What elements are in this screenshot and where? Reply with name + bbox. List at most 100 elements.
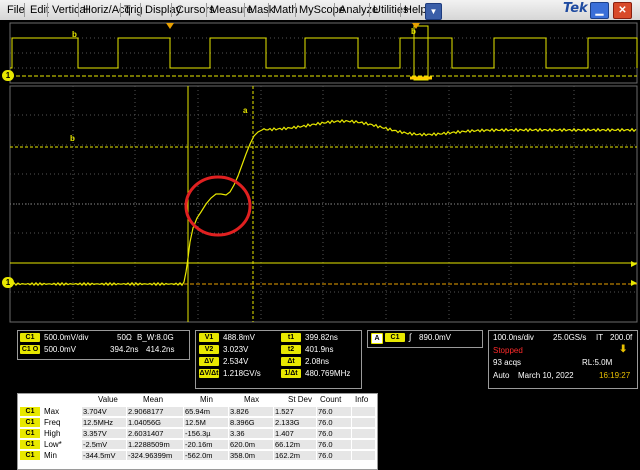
dv-dt-label: ΔV/Δt — [199, 369, 219, 378]
ch1-tag: C1 — [20, 333, 40, 342]
col-header: St Dev — [288, 395, 313, 404]
record-length: RL:5.0M — [582, 358, 613, 367]
measurement-row[interactable]: C1 High 3.357V 2.6031407 -156.3µ 3.36 1.… — [18, 428, 377, 439]
source-tag: C1 — [20, 451, 40, 460]
measurement-row[interactable]: C1 Min -344.5mV -324.96399m -562.0m 358.… — [18, 450, 377, 461]
max-cell: 8.396G — [229, 418, 273, 427]
delta-t-label: Δt — [281, 357, 301, 366]
max-cell: 620.0m — [229, 440, 273, 449]
ch1-scale: 500.0mV/div — [44, 333, 89, 342]
ch1-offset-tag: C1 O — [20, 345, 40, 354]
inverse-delta-t-value: 480.769MHz — [305, 369, 351, 378]
measurement-name: Min — [44, 451, 57, 460]
chevron-down-icon[interactable]: ▼ — [425, 3, 442, 20]
graticule-grid — [10, 86, 637, 322]
col-header: Info — [355, 395, 369, 404]
value-cell: 3.357V — [82, 429, 126, 438]
mean-cell: 2.6031407 — [127, 429, 183, 438]
stdev-cell: 2.133G — [274, 418, 316, 427]
ch1-position-1: 394.2ns — [110, 345, 139, 354]
ch1-impedance: 50Ω — [117, 333, 132, 342]
mean-cell: -324.96399m — [127, 451, 183, 460]
info-cell — [352, 407, 375, 416]
info-cell — [352, 451, 375, 460]
info-cell — [352, 440, 375, 449]
menu-separator — [78, 3, 79, 17]
measurement-row[interactable]: C1 Freq 12.5MHz 1.04056G 12.5M 8.396G 2.… — [18, 417, 377, 428]
arrow-down-icon: ⬇ — [619, 344, 628, 355]
waveform-canvas — [9, 22, 638, 323]
menu-separator — [24, 3, 25, 17]
max-cell: 3.36 — [229, 429, 273, 438]
t2-label: t2 — [281, 345, 301, 354]
menu-separator — [334, 3, 335, 17]
menu-separator — [47, 3, 48, 17]
menu-bar: File Edit Vertical Horiz/Acq Trig Displa… — [0, 0, 640, 21]
stdev-cell: 162.2m — [274, 451, 316, 460]
measurements-table[interactable]: Value Mean Min Max St Dev Count Info C1 … — [17, 393, 378, 470]
trigger-slope-icon: ∫ — [409, 332, 412, 342]
value-cell: 12.5MHz — [82, 418, 126, 427]
menu-separator — [268, 3, 269, 17]
v1-value: 488.8mV — [223, 333, 256, 342]
scope-display: b b 1 a b 1 — [0, 20, 640, 324]
acquisition-count: 93 acqs — [493, 358, 522, 367]
sample-rate: 25.0GS/s — [553, 333, 587, 342]
ch1-ground-marker[interactable]: 1 — [2, 277, 14, 288]
trigger-level: 890.0mV — [419, 333, 452, 342]
dv-dt-value: 1.218GV/s — [223, 369, 261, 378]
min-cell: 65.94m — [184, 407, 228, 416]
overview-channel-marker[interactable]: 1 — [2, 70, 14, 81]
ch1-bandwidth: B_W:8.0G — [137, 333, 174, 342]
time-per-point: 200.0f — [610, 333, 633, 342]
menu-separator — [171, 3, 172, 17]
delta-t-value: 2.08ns — [305, 357, 330, 366]
col-header: Mean — [143, 395, 164, 404]
source-tag: C1 — [20, 440, 40, 449]
count-cell: 76.0 — [317, 418, 351, 427]
t1-label: t1 — [281, 333, 301, 342]
source-tag: C1 — [20, 407, 40, 416]
info-cell — [352, 429, 375, 438]
source-tag: C1 — [20, 418, 40, 427]
value-cell: -2.5mV — [82, 440, 126, 449]
count-cell: 76.0 — [317, 440, 351, 449]
col-header: Max — [244, 395, 260, 404]
level-marker-arrow — [631, 261, 637, 267]
measurement-name: Low* — [44, 440, 62, 449]
menu-separator — [140, 3, 141, 17]
trigger-position-marker[interactable] — [166, 23, 174, 29]
date: March 10, 2022 — [518, 371, 574, 380]
max-cell: 358.0m — [229, 451, 273, 460]
acq-state: Stopped — [493, 346, 523, 355]
acq-mode: IT — [596, 333, 604, 342]
time: 16:19:27 — [599, 371, 631, 380]
measurement-row[interactable]: C1 Max 3.704V 2.9068177 65.94m 3.826 1.5… — [18, 406, 377, 417]
ch1-position-2: 414.2ns — [146, 345, 175, 354]
min-cell: 12.5M — [184, 418, 228, 427]
overview-zoom-box[interactable] — [413, 25, 429, 81]
v2-value: 3.023V — [223, 345, 249, 354]
level-marker-arrow — [631, 280, 637, 286]
mean-cell: 1.04056G — [127, 418, 183, 427]
measurement-name: Max — [44, 407, 60, 416]
measurement-row[interactable]: C1 Low* -2.5mV 1.2288509m -20.16m 620.0m… — [18, 439, 377, 450]
count-cell: 76.0 — [317, 451, 351, 460]
count-cell: 76.0 — [317, 407, 351, 416]
trigger-mode: Auto — [493, 371, 510, 380]
overview-cursor-tag: b — [72, 30, 77, 39]
stdev-cell: 1.527 — [274, 407, 316, 416]
close-icon[interactable]: ✕ — [613, 2, 632, 19]
value-cell: 3.704V — [82, 407, 126, 416]
t1-value: 399.82ns — [305, 333, 338, 342]
min-cell: -562.0m — [184, 451, 228, 460]
trigger-mode-tag: A — [371, 333, 383, 344]
info-cell — [352, 418, 375, 427]
cursor-a-tag: a — [243, 106, 248, 115]
minimize-icon[interactable]: ▁ — [590, 2, 609, 19]
count-cell: 76.0 — [317, 429, 351, 438]
highlight-circle — [184, 175, 252, 237]
overview-cursor-tag: b — [411, 27, 416, 36]
stdev-cell: 66.12m — [274, 440, 316, 449]
col-header: Count — [320, 395, 342, 404]
